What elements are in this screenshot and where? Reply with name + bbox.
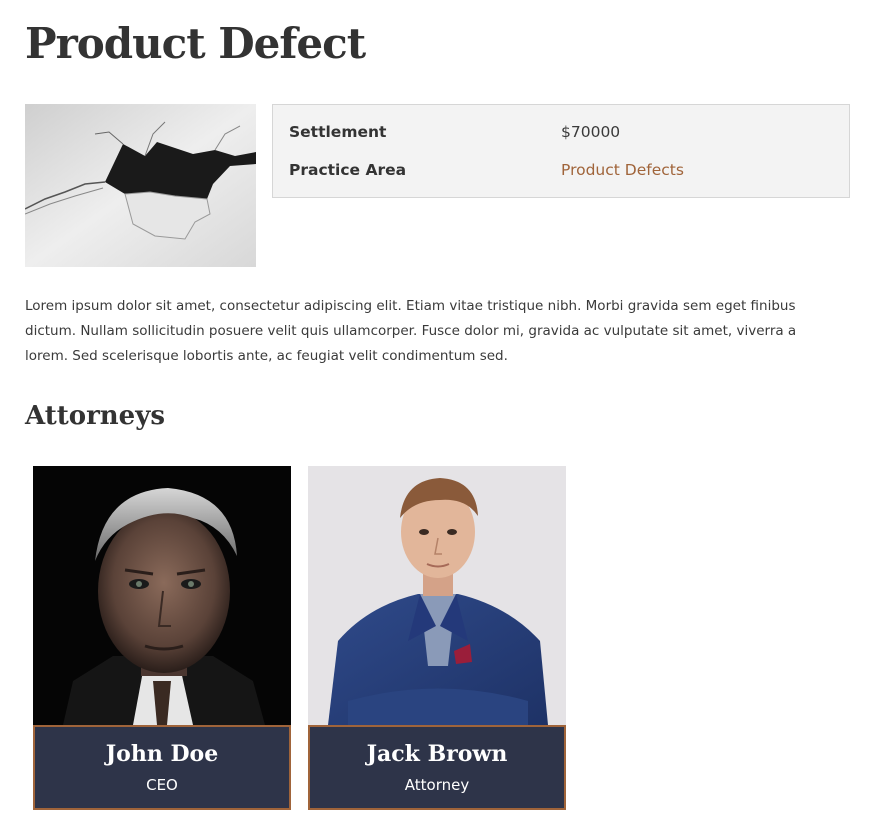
settlement-label: Settlement <box>289 123 387 141</box>
attorney-name[interactable]: John Doe <box>35 739 289 769</box>
torn-paper-image <box>25 104 256 267</box>
settlement-row: Settlement $70000 <box>289 120 833 144</box>
attorney-role: Attorney <box>404 776 470 794</box>
practice-area-row: Practice Area Product Defects <box>289 158 833 182</box>
page-title: Product Defect <box>25 19 366 68</box>
attorney-caption: Jack Brown Attorney <box>308 725 566 810</box>
case-image <box>25 104 256 267</box>
attorney-caption: John Doe CEO <box>33 725 291 810</box>
attorney-photo[interactable] <box>308 466 566 725</box>
portrait-older-man-image <box>33 466 291 725</box>
case-details-box: Settlement $70000 Practice Area Product … <box>272 104 850 198</box>
attorney-card[interactable]: Jack Brown Attorney <box>308 466 566 810</box>
practice-area-label: Practice Area <box>289 161 407 179</box>
attorney-name[interactable]: Jack Brown <box>310 739 564 769</box>
practice-area-link[interactable]: Product Defects <box>561 158 684 182</box>
attorneys-heading: Attorneys <box>25 401 165 431</box>
attorney-photo[interactable] <box>33 466 291 725</box>
case-description: Lorem ipsum dolor sit amet, consectetur … <box>25 298 797 364</box>
settlement-value: $70000 <box>561 123 621 141</box>
attorney-card[interactable]: John Doe CEO <box>33 466 291 810</box>
attorney-role: CEO <box>146 776 178 794</box>
portrait-young-man-image <box>308 466 566 725</box>
